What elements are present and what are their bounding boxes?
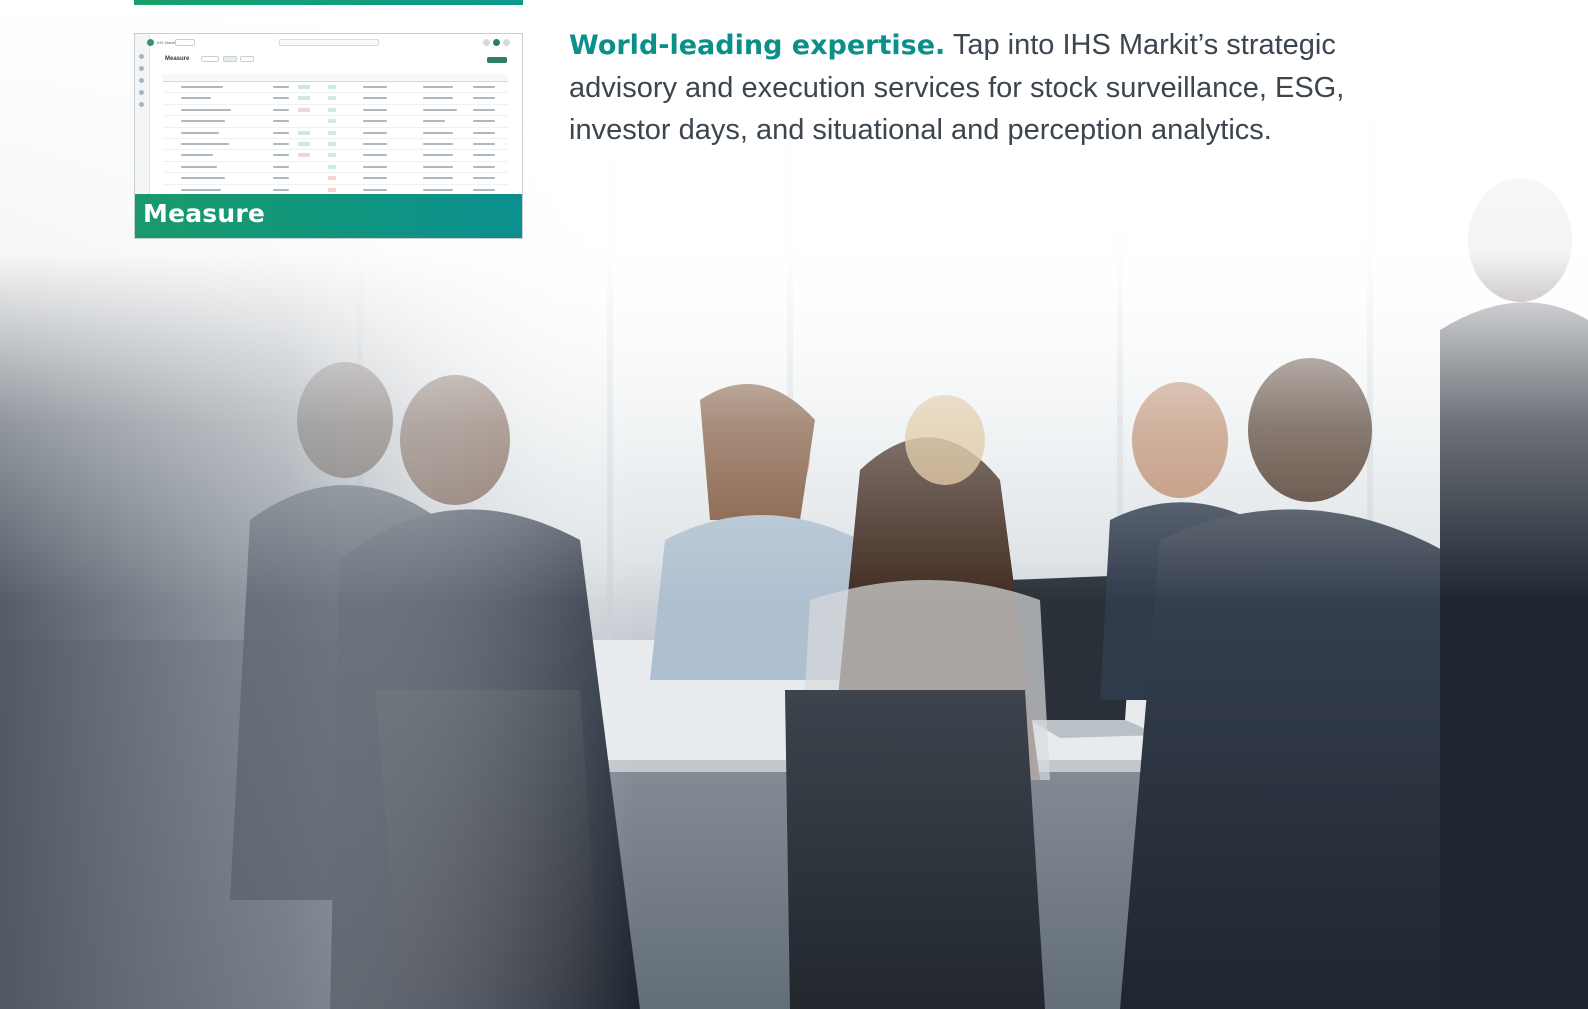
thumbnail-table-header	[163, 74, 508, 82]
thumbnail-table-row	[163, 150, 508, 162]
intro-paragraph: World-leading expertise. Tap into IHS Ma…	[569, 24, 1439, 151]
thumbnail-filter	[240, 56, 254, 62]
sidebar-icon	[139, 54, 144, 59]
thumbnail-screen-title: Measure	[165, 56, 190, 62]
thumbnail-menu-icon	[503, 39, 510, 46]
thumbnail-selector	[175, 39, 195, 46]
thumbnail-table-row	[163, 162, 508, 174]
sidebar-icon	[139, 66, 144, 71]
thumbnail-filter	[223, 56, 237, 62]
thumbnail-notification-icon	[483, 39, 490, 46]
thumbnail-caption-bar: Measure	[135, 194, 522, 238]
thumbnail-app-name: IHS Markit	[157, 40, 176, 45]
thumbnail-table-row	[163, 139, 508, 151]
thumbnail-table-row	[163, 173, 508, 185]
app-logo-icon	[147, 39, 154, 46]
thumbnail-avatar	[493, 39, 500, 46]
sidebar-icon	[139, 78, 144, 83]
intro-lead: World-leading expertise.	[569, 30, 946, 61]
top-accent-bar	[134, 0, 523, 5]
thumbnail-search-bar	[279, 39, 379, 46]
measure-screenshot-thumbnail: IHS Markit Measure Measure	[134, 33, 523, 239]
thumbnail-table-row	[163, 128, 508, 139]
thumbnail-export-button	[487, 57, 507, 63]
thumbnail-caption: Measure	[143, 199, 266, 228]
sidebar-icon	[139, 90, 144, 95]
thumbnail-filter	[201, 56, 219, 62]
thumbnail-table-row	[163, 82, 508, 94]
thumbnail-table-row	[163, 116, 508, 128]
thumbnail-table	[163, 74, 508, 196]
sidebar-icon	[139, 102, 144, 107]
thumbnail-table-row	[163, 105, 508, 117]
thumbnail-table-row	[163, 93, 508, 105]
